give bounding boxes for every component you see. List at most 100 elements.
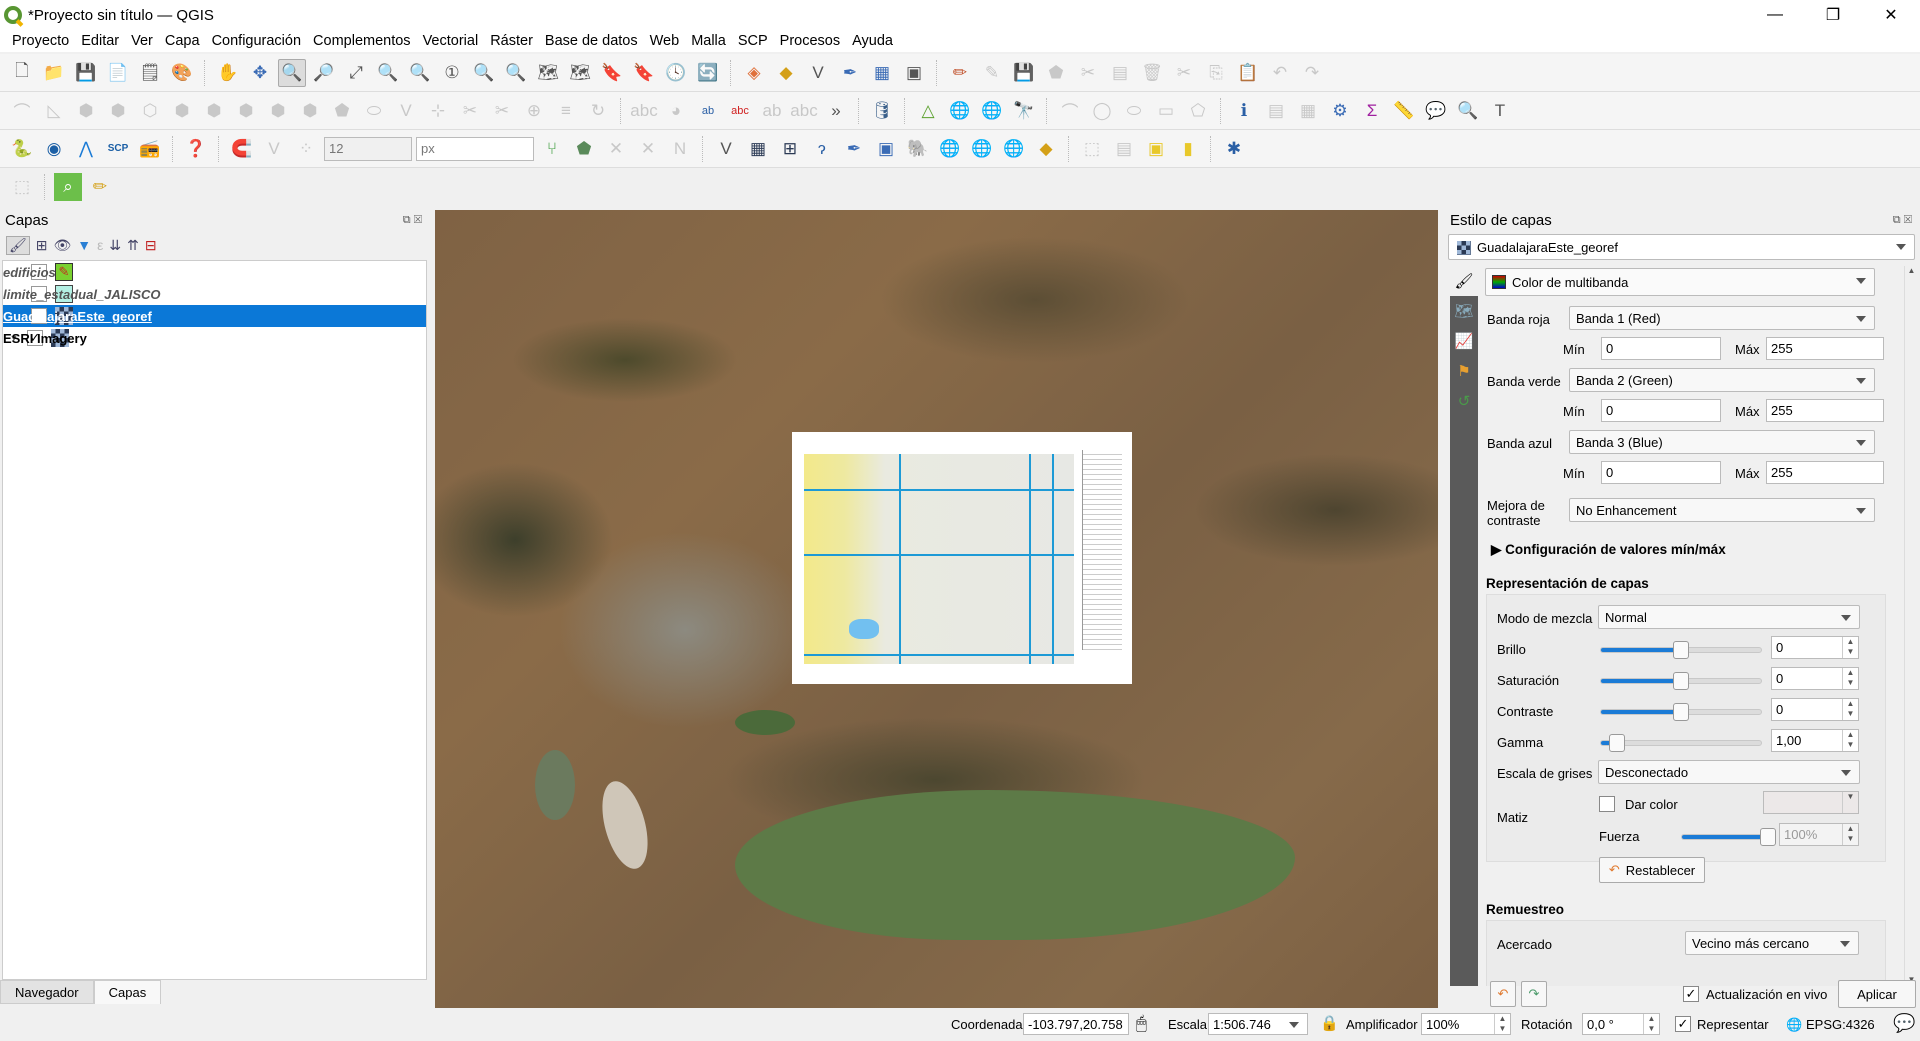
plugin-radio-icon[interactable]: 📻 [136,135,164,163]
filter-expression-icon[interactable]: ε [97,237,103,253]
delete-selected-icon[interactable]: 🗑 [1138,59,1166,87]
menu-capa[interactable]: Capa [159,33,206,49]
diagram-icon[interactable]: ◕ [662,97,690,125]
add-virtual-layer-icon[interactable]: ▣ [872,135,900,163]
self-snapping-icon[interactable]: N [666,135,694,163]
select-tool-icon[interactable]: ⬚ [8,173,36,201]
colorize-checkbox[interactable] [1599,796,1615,812]
add-circle-icon[interactable]: ◯ [1088,97,1116,125]
wms-add-icon[interactable]: 🌐 [946,97,974,125]
add-group-icon[interactable]: ⊞ [36,237,48,254]
add-rectangle-icon[interactable]: ▭ [1152,97,1180,125]
menu-complementos[interactable]: Complementos [307,33,417,49]
offset-curve-icon[interactable]: ⬭ [360,97,388,125]
saturation-slider[interactable] [1600,672,1762,690]
rendering-tab-icon[interactable]: ⚑ [1450,356,1478,386]
scroll-up-icon[interactable]: ▲ [1905,266,1918,275]
help-icon[interactable]: ❓ [182,135,210,163]
redo-style-button[interactable]: ↷ [1521,981,1547,1007]
add-mesh-layer-icon[interactable]: ⊞ [776,135,804,163]
digitize-curve-icon[interactable]: ⌒ [8,97,36,125]
blue-max-input[interactable]: 255 [1766,461,1884,484]
menu-ayuda[interactable]: Ayuda [846,33,899,49]
text-annotation-icon[interactable]: T [1486,97,1514,125]
slider-handle[interactable] [1673,641,1689,659]
messages-icon[interactable]: 💬 [1893,1013,1915,1034]
select-features-icon[interactable]: ⬚ [1078,135,1106,163]
map-edit-plugin-icon[interactable]: ✏ [86,173,114,201]
red-min-input[interactable]: 0 [1601,337,1721,360]
magnifier-spinbox[interactable]: 100% ▲ ▼ [1421,1013,1511,1035]
menu-web[interactable]: Web [644,33,686,49]
add-wfs-layer-icon[interactable]: 🌐 [1000,135,1028,163]
attribute-table-icon[interactable]: ▤ [1262,97,1290,125]
select-by-location-icon[interactable]: 🔍 [1454,97,1482,125]
contrast-spinbox[interactable]: 0 ▲ ▼ [1771,698,1859,721]
pan-to-selection-icon[interactable]: ✥ [246,59,274,87]
topological-editing-icon[interactable]: ⑂ [538,135,566,163]
split-features-icon[interactable]: ✂ [456,97,484,125]
zoom-next-icon[interactable]: 🔍 [502,59,530,87]
spin-arrows-icon[interactable]: ▲ ▼ [1842,699,1858,720]
snapping-magnet-icon[interactable]: 🧲 [228,135,256,163]
toggle-editing-icon[interactable]: ✎ [978,59,1006,87]
reverse-line-icon[interactable]: V [392,97,420,125]
refresh-icon[interactable]: 🔄 [694,59,722,87]
crs-globe-icon[interactable]: 🌐 [1786,1017,1802,1033]
slider-handle[interactable] [1673,672,1689,690]
add-wcs-layer-icon[interactable]: 🌐 [968,135,996,163]
rotate-feature-icon[interactable]: ⬢ [104,97,132,125]
zoom-full-icon[interactable]: ⤢ [342,59,370,87]
layer-item-esri-imagery[interactable]: ▼ ✓ ESRI Imagery [3,327,426,349]
remove-layer-icon[interactable]: ⊟ [145,237,157,254]
vertex-tool-icon[interactable]: ✂ [1074,59,1102,87]
maximize-button[interactable]: ❐ [1804,0,1862,30]
layout-manager-icon[interactable]: 🗒 [136,59,164,87]
coordinate-toggle-icon[interactable]: 🖱 [1136,1013,1147,1034]
history-tab-icon[interactable]: ↺ [1450,386,1478,416]
quickmap-search-icon[interactable]: ⌕ [54,173,82,201]
expand-all-icon[interactable]: ⇊ [109,237,121,254]
snapping-type-icon[interactable]: ⁘ [292,135,320,163]
temporal-controller-icon[interactable]: 🕓 [662,59,690,87]
tracing-icon[interactable]: ✕ [634,135,662,163]
label-highlight-icon[interactable]: abc [726,97,754,125]
strength-spinbox[interactable]: 100% ▲ ▼ [1779,823,1859,846]
pan-icon[interactable]: ✋ [214,59,242,87]
menu-configuracion[interactable]: Configuración [206,33,307,49]
slider-handle[interactable] [1760,828,1776,846]
current-edits-icon[interactable]: ✏ [946,59,974,87]
render-checkbox[interactable]: ✓ [1675,1016,1691,1032]
spin-arrows-icon[interactable]: ▲ ▼ [1494,1014,1510,1034]
zoom-in-icon[interactable]: 🔍 [278,58,306,87]
green-min-input[interactable]: 0 [1601,399,1721,422]
add-ellipse-icon[interactable]: ⬭ [1120,97,1148,125]
scp-icon[interactable]: SCP [104,135,132,163]
slider-handle[interactable] [1609,734,1625,752]
spin-arrows-icon[interactable]: ▲ ▼ [1643,1014,1659,1034]
zoom-to-selection-icon[interactable]: 🔍 [374,59,402,87]
save-project-icon[interactable]: 💾 [72,59,100,87]
manage-visibility-icon[interactable]: 👁 [54,237,72,254]
fill-ring-icon[interactable]: ⬢ [232,97,260,125]
spin-arrows-icon[interactable]: ▲ ▼ [1842,637,1858,658]
paste-features-icon[interactable]: 📋 [1234,59,1262,87]
menu-procesos[interactable]: Procesos [774,33,846,49]
gamma-spinbox[interactable]: 1,00 ▲ ▼ [1771,729,1859,752]
style-layer-icon[interactable]: 🖌 [6,235,30,255]
apply-button[interactable]: Aplicar [1838,980,1916,1008]
select-location-icon[interactable]: ▮ [1174,135,1202,163]
strength-slider[interactable] [1681,828,1776,846]
redo-icon[interactable]: ↷ [1298,59,1326,87]
add-vector-layer-icon[interactable]: V [712,135,740,163]
grayscale-select[interactable]: Desconectado [1598,760,1860,784]
add-delimited-text-icon[interactable]: ɂ [808,135,836,163]
snap-tolerance-input[interactable]: 12 [324,136,412,161]
new-project-icon[interactable]: 🗋 [8,59,36,87]
merge-attributes-icon[interactable]: ≡ [552,97,580,125]
select-by-value-icon[interactable]: ▤ [1110,135,1138,163]
modify-attributes-icon[interactable]: ▤ [1106,59,1134,87]
python-console-icon[interactable]: 🐍 [8,135,36,163]
map-canvas[interactable] [435,210,1438,1010]
menu-malla[interactable]: Malla [685,33,732,49]
